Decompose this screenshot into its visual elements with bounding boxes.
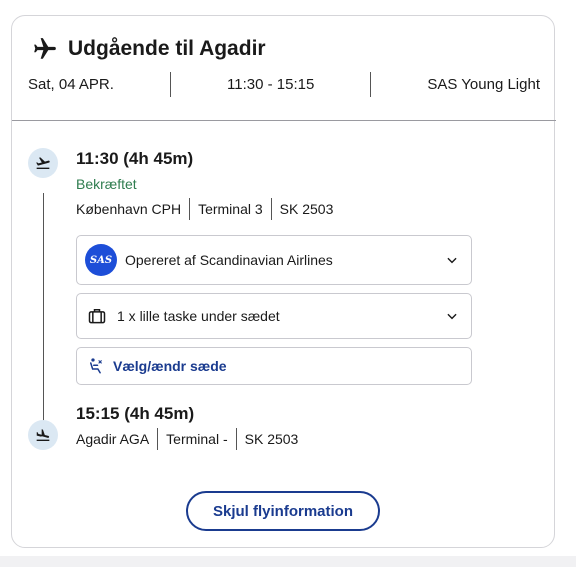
card-title: Udgående til Agadir [68,37,266,60]
flight-time-range: 11:30 - 15:15 [227,76,315,93]
seat-label: Vælg/ændr sæde [113,358,227,374]
departure-flight-number: SK 2503 [279,201,334,217]
arrival-terminal: Terminal - [166,431,228,447]
arrival-time: 15:15 (4h 45m) [76,404,195,423]
fare-type: SAS Young Light [427,76,540,93]
location-separator [270,198,272,220]
bag-icon [87,306,107,326]
page-footer-shade [0,556,576,567]
flight-date: Sat, 04 APR. [28,76,114,93]
takeoff-icon [28,148,58,178]
chevron-down-icon [445,309,459,323]
arrival-airport: Agadir AGA [76,431,150,447]
location-separator [189,198,191,220]
flight-card: Udgående til Agadir Sat, 04 APR. 11:30 -… [11,15,556,548]
arrival-flight-number: SK 2503 [244,431,299,447]
card-header: Udgående til Agadir [32,36,266,62]
baggage-label: 1 x lille taske under sædet [117,308,280,324]
location-separator [235,428,237,450]
select-seat-button[interactable]: Vælg/ændr sæde [76,347,472,385]
header-divider [12,120,556,121]
departure-time: 11:30 (4h 45m) [76,149,194,168]
operator-label: Opereret af Scandinavian Airlines [125,252,333,268]
departure-location: København CPH Terminal 3 SK 2503 [76,198,333,220]
chevron-down-icon [445,253,459,267]
hide-flight-info-button[interactable]: Skjul flyinformation [186,491,380,531]
arrival-location: Agadir AGA Terminal - SK 2503 [76,428,298,450]
summary-separator [370,72,371,97]
timeline-line [43,193,44,423]
flight-summary-row: Sat, 04 APR. 11:30 - 15:15 SAS Young Lig… [12,72,556,98]
summary-separator [170,72,171,97]
booking-status: Bekræftet [76,176,137,192]
departure-airport: København CPH [76,201,182,217]
operator-dropdown[interactable]: SAS Opereret af Scandinavian Airlines [76,235,472,285]
airplane-icon [32,36,58,62]
baggage-dropdown[interactable]: 1 x lille taske under sædet [76,293,472,339]
landing-icon [28,420,58,450]
departure-terminal: Terminal 3 [198,201,263,217]
sas-logo: SAS [85,244,117,276]
seat-icon [87,357,105,375]
location-separator [157,428,159,450]
